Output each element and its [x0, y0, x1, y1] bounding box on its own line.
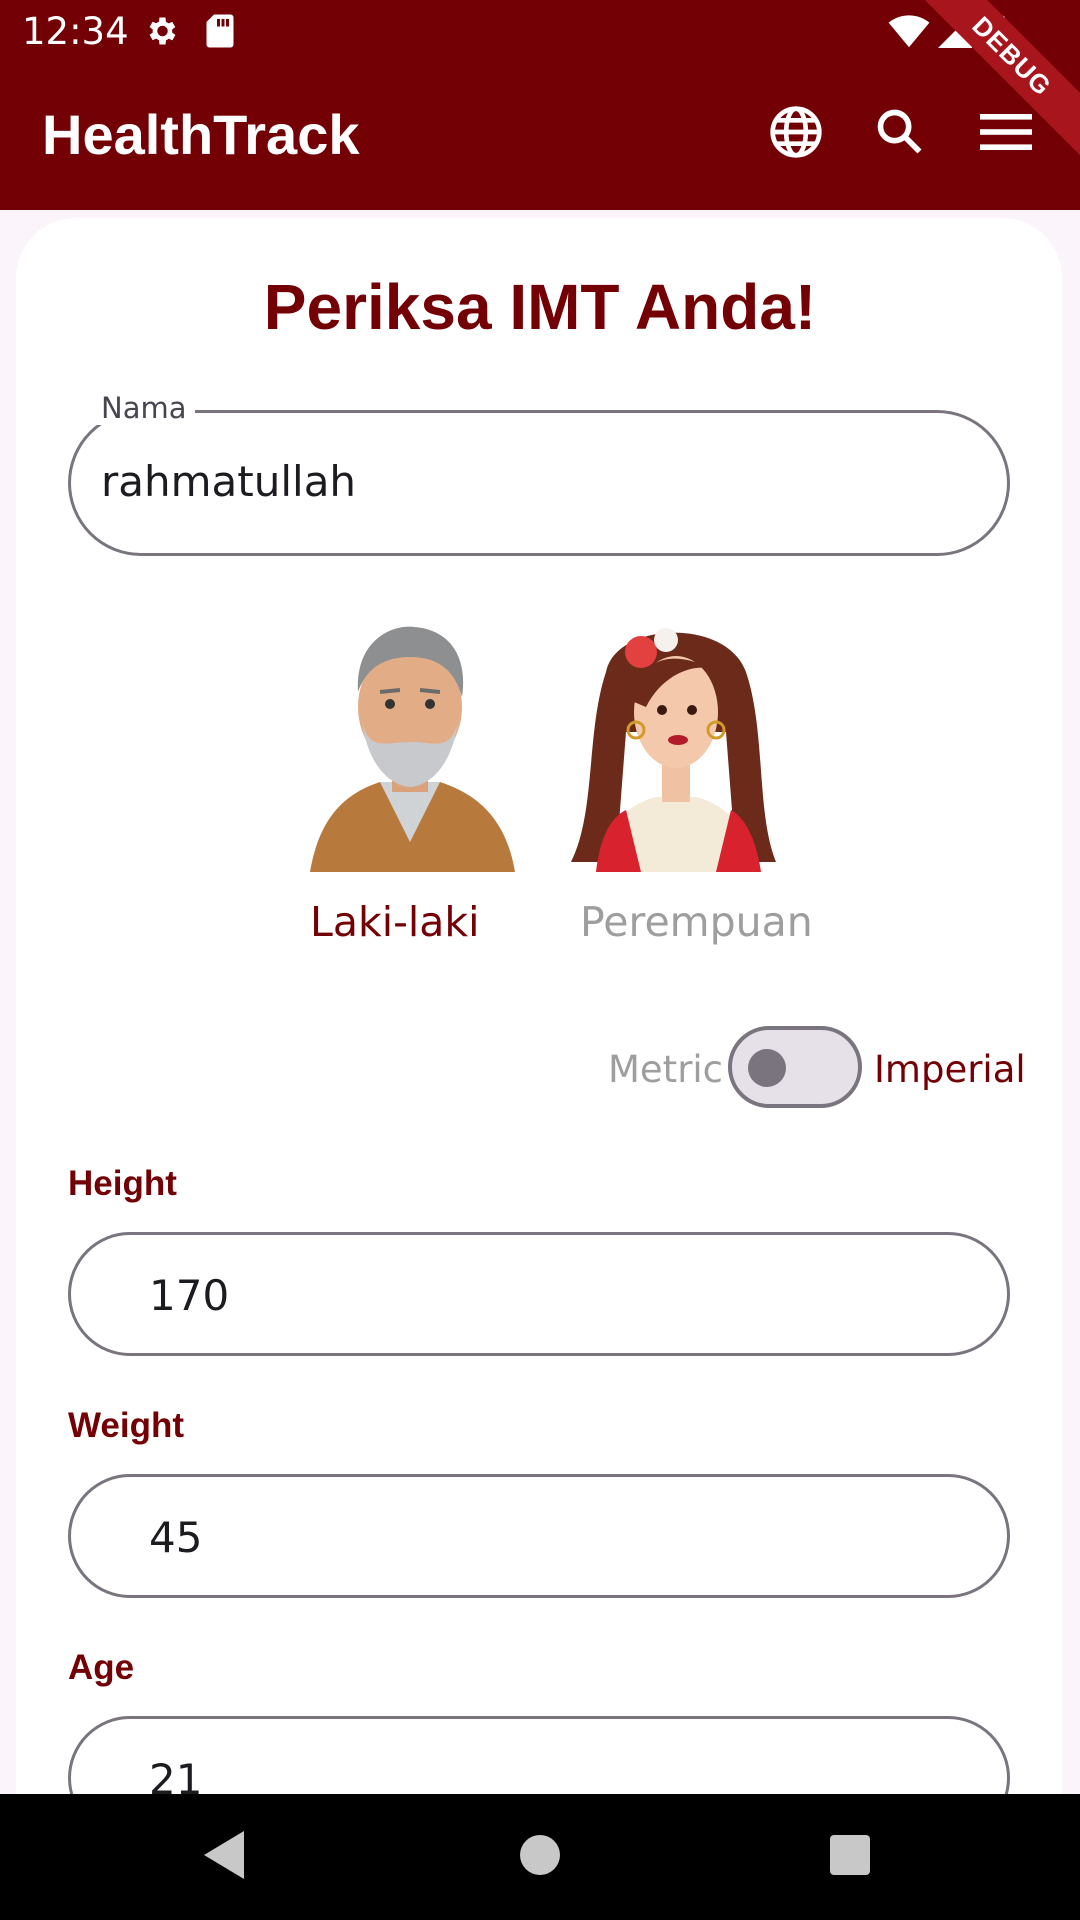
- male-avatar[interactable]: [300, 612, 520, 872]
- sd-card-icon: [205, 13, 235, 54]
- unit-toggle-thumb: [748, 1049, 786, 1087]
- female-avatar[interactable]: [566, 612, 786, 872]
- search-icon: [874, 106, 926, 163]
- back-button[interactable]: [166, 1794, 286, 1920]
- language-button[interactable]: [766, 104, 826, 164]
- home-circle-icon: [520, 1834, 560, 1880]
- system-nav-bar: [0, 1794, 1080, 1920]
- app-bar: HealthTrack: [0, 64, 1080, 210]
- wifi-icon: [888, 15, 930, 54]
- unit-toggle[interactable]: [728, 1026, 862, 1108]
- recents-square-icon: [830, 1834, 870, 1880]
- search-button[interactable]: [870, 104, 930, 164]
- menu-button[interactable]: [976, 104, 1036, 164]
- status-time: 12:34: [22, 10, 129, 53]
- gear-icon: [143, 13, 179, 54]
- app-title: HealthTrack: [42, 103, 360, 166]
- weight-label: Weight: [68, 1406, 185, 1445]
- name-field-label: Nama: [93, 391, 195, 425]
- male-label[interactable]: Laki-laki: [310, 898, 480, 946]
- female-label[interactable]: Perempuan: [580, 898, 813, 946]
- weight-value: 45: [149, 1513, 203, 1562]
- metric-label: Metric: [608, 1048, 724, 1091]
- globe-icon: [768, 104, 824, 165]
- height-label: Height: [68, 1164, 177, 1203]
- status-bar: 12:34: [0, 0, 1080, 64]
- back-triangle-icon: [204, 1830, 248, 1884]
- weight-input[interactable]: 45: [68, 1474, 1010, 1598]
- age-label: Age: [68, 1648, 135, 1687]
- home-button[interactable]: [480, 1794, 600, 1920]
- name-field[interactable]: Nama rahmatullah: [68, 391, 1010, 556]
- imperial-label: Imperial: [874, 1048, 1026, 1091]
- recents-button[interactable]: [790, 1794, 910, 1920]
- menu-icon: [980, 112, 1032, 157]
- height-input[interactable]: 170: [68, 1232, 1010, 1356]
- height-value: 170: [149, 1271, 230, 1320]
- page-title: Periksa IMT Anda!: [263, 271, 817, 343]
- name-field-value: rahmatullah: [101, 457, 357, 506]
